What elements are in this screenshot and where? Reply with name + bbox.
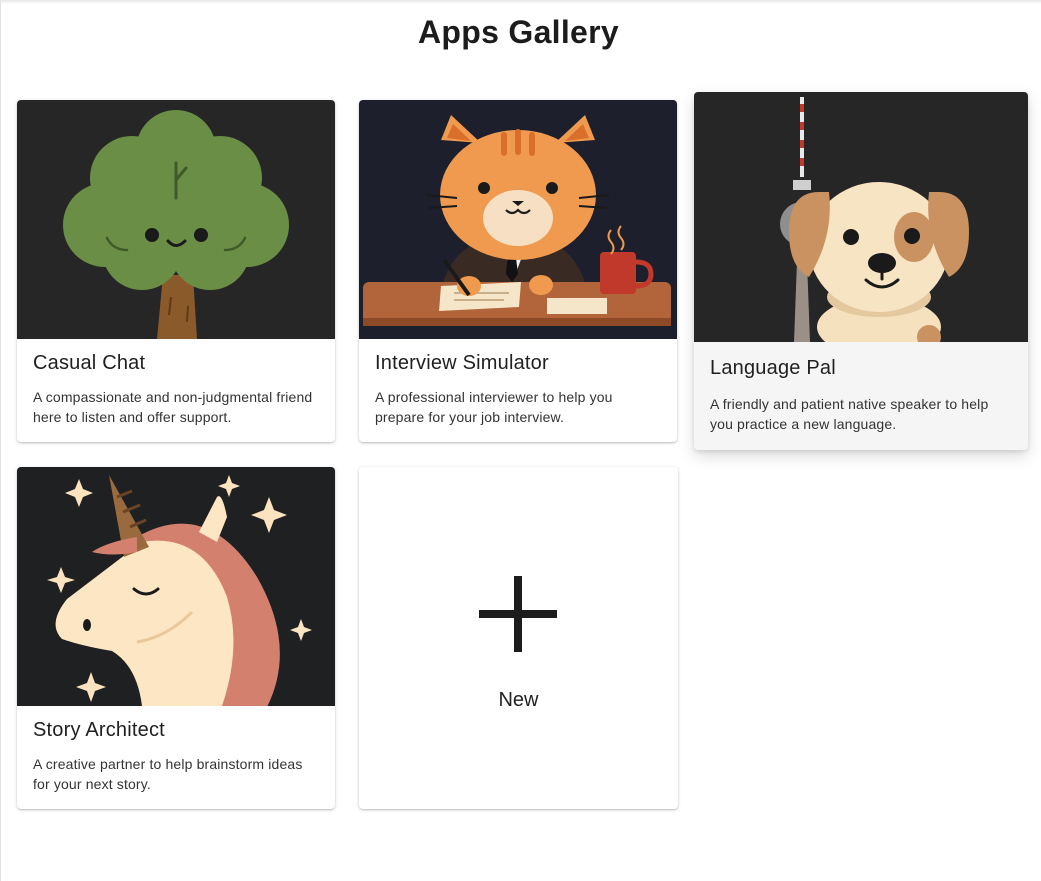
card-title: Interview Simulator xyxy=(375,352,549,374)
plus-icon xyxy=(479,576,557,652)
card-description: A professional interviewer to help you p… xyxy=(375,389,613,425)
app-card-casual-chat[interactable]: Casual Chat A compassionate and non-judg… xyxy=(17,100,335,442)
left-border xyxy=(0,0,1,881)
app-card-story-architect[interactable]: Story Architect A creative partner to he… xyxy=(17,467,335,809)
card-description: A creative partner to help brainstorm id… xyxy=(33,756,303,792)
card-title: Casual Chat xyxy=(33,352,146,374)
top-shadow xyxy=(0,0,1041,4)
card-title: Language Pal xyxy=(710,357,836,379)
app-card-interview-simulator[interactable]: Interview Simulator A professional inter… xyxy=(359,100,677,442)
new-app-card[interactable]: New xyxy=(359,467,678,809)
page-title: Apps Gallery xyxy=(417,14,619,50)
new-label: New xyxy=(498,689,539,711)
unicorn-icon xyxy=(17,467,335,706)
tree-character-icon xyxy=(17,100,335,339)
cat-interviewer-icon xyxy=(359,100,677,339)
card-description: A compassionate and non-judgmental frien… xyxy=(33,389,313,425)
card-title: Story Architect xyxy=(33,719,165,741)
app-card-language-pal[interactable]: Language Pal A friendly and patient nati… xyxy=(694,92,1028,450)
dog-tower-icon xyxy=(694,92,1028,342)
card-description: A friendly and patient native speaker to… xyxy=(710,396,989,432)
